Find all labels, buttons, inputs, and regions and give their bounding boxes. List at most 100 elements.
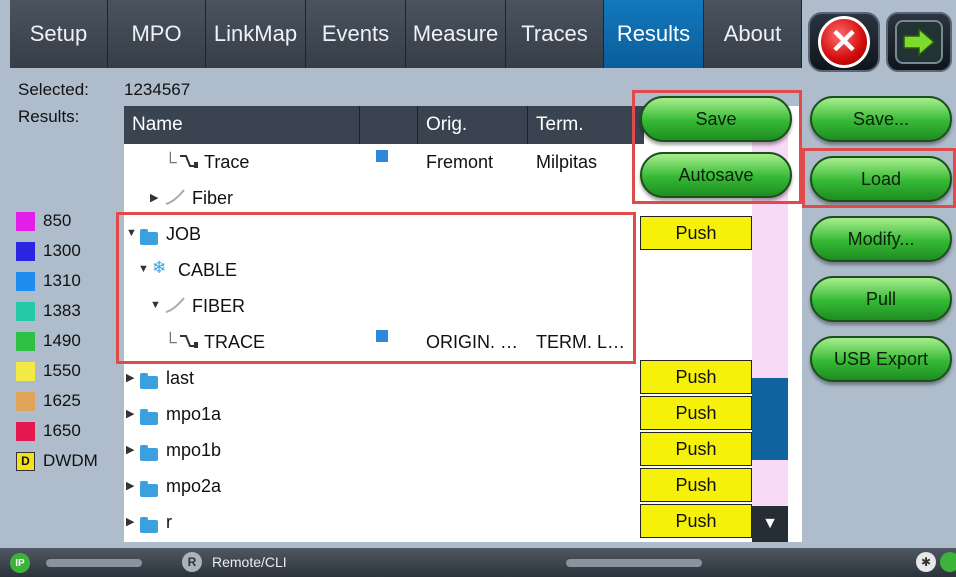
column-header-color[interactable] (360, 106, 418, 144)
table-row[interactable]: ▶ Fiber (124, 180, 644, 216)
legend-item: 1490 (16, 326, 98, 356)
table-row[interactable]: ▶ mpo2a (124, 468, 644, 504)
redacted-address (46, 559, 142, 567)
push-button[interactable]: Push (640, 504, 752, 538)
legend-item: 1310 (16, 266, 98, 296)
modify-button[interactable]: Modify... (810, 216, 952, 262)
legend-item: 1300 (16, 236, 98, 266)
column-header-orig[interactable]: Orig. (418, 106, 528, 144)
expand-icon[interactable]: ▶ (126, 407, 134, 420)
highlight-box (632, 90, 802, 204)
row-name: mpo1a (166, 404, 222, 424)
legend-item: D DWDM (16, 446, 98, 476)
tab-setup[interactable]: Setup (10, 0, 108, 68)
legend-label: 1310 (43, 271, 81, 290)
close-icon: ✕ (818, 16, 870, 68)
folder-icon (140, 371, 158, 392)
legend-item: 850 (16, 206, 98, 236)
tab-mpo[interactable]: MPO (108, 0, 206, 68)
push-button[interactable]: Push (640, 468, 752, 502)
wavelength-legend: 850 1300 1310 1383 1490 1550 1625 1650 D… (16, 206, 98, 476)
row-name: Fiber (192, 188, 234, 208)
status-bar: IP R Remote/CLI ✱ (0, 548, 956, 577)
table-row[interactable]: ▶ mpo1b (124, 432, 644, 468)
dwdm-icon: D (16, 451, 35, 471)
color-swatch (16, 331, 35, 351)
column-header-term[interactable]: Term. (528, 106, 644, 144)
legend-item: 1650 (16, 416, 98, 446)
color-marker (376, 150, 388, 162)
selected-label: Selected: (18, 80, 89, 99)
folder-icon (140, 407, 158, 428)
tab-linkmap[interactable]: LinkMap (206, 0, 306, 68)
legend-label: 1490 (43, 331, 81, 350)
legend-label: DWDM (43, 451, 98, 470)
redacted-datetime (566, 559, 702, 567)
expand-icon[interactable]: ▶ (126, 515, 134, 528)
tab-traces[interactable]: Traces (506, 0, 604, 68)
tab-results[interactable]: Results (604, 0, 704, 68)
color-swatch (16, 271, 35, 291)
row-orig: Fremont (426, 152, 494, 172)
save-as-button[interactable]: Save... (810, 96, 952, 142)
push-button[interactable]: Push (640, 432, 752, 466)
expand-icon[interactable]: ▶ (150, 191, 158, 204)
app-window: Setup MPO LinkMap Events Measure Traces … (0, 0, 956, 577)
row-name: mpo2a (166, 476, 222, 496)
row-term: Milpitas (536, 152, 598, 172)
close-button[interactable]: ✕ (808, 12, 880, 72)
push-button[interactable]: Push (640, 216, 752, 250)
expand-icon[interactable]: ▶ (126, 479, 134, 492)
row-name: last (166, 368, 195, 388)
column-header-name[interactable]: Name (124, 106, 360, 144)
legend-label: 850 (43, 211, 72, 230)
table-row[interactable]: └ Trace Fremont Milpitas (124, 144, 644, 180)
color-swatch (16, 211, 35, 231)
table-row[interactable]: ▶ last (124, 360, 644, 396)
folder-icon (140, 515, 158, 536)
power-icon (940, 552, 956, 572)
color-swatch (16, 391, 35, 411)
table-header: Name Orig. Term. (124, 106, 644, 144)
folder-icon (140, 479, 158, 500)
legend-item: 1550 (16, 356, 98, 386)
legend-label: 1383 (43, 301, 81, 320)
legend-item: 1383 (16, 296, 98, 326)
legend-label: 1650 (43, 421, 81, 440)
tab-about[interactable]: About (704, 0, 802, 68)
color-swatch (16, 301, 35, 321)
highlight-box (116, 212, 636, 364)
legend-label: 1550 (43, 361, 81, 380)
legend-label: 1625 (43, 391, 81, 410)
push-button[interactable]: Push (640, 360, 752, 394)
bluetooth-icon: ✱ (916, 552, 936, 572)
scroll-down-icon[interactable]: ▼ (752, 506, 788, 542)
folder-icon (140, 443, 158, 464)
results-label: Results: (18, 107, 80, 126)
table-row[interactable]: ▶ mpo1a (124, 396, 644, 432)
selected-value: 1234567 (124, 80, 191, 99)
usb-export-button[interactable]: USB Export (810, 336, 952, 382)
row-name: mpo1b (166, 440, 222, 460)
fiber-icon (164, 188, 186, 211)
table-row[interactable]: ▶ r (124, 504, 644, 540)
tab-bar: Setup MPO LinkMap Events Measure Traces … (10, 0, 802, 68)
push-button[interactable]: Push (640, 396, 752, 430)
scrollbar-thumb[interactable] (752, 378, 788, 460)
expand-icon[interactable]: ▶ (126, 371, 134, 384)
row-name: r (166, 512, 172, 532)
pull-button[interactable]: Pull (810, 276, 952, 322)
ip-icon: IP (10, 553, 30, 573)
color-swatch (16, 421, 35, 441)
color-swatch (16, 361, 35, 381)
expand-icon[interactable]: ▶ (126, 443, 134, 456)
legend-label: 1300 (43, 241, 81, 260)
trace-icon (178, 152, 200, 175)
tab-measure[interactable]: Measure (406, 0, 506, 68)
next-button[interactable] (886, 12, 952, 72)
remote-icon: R (182, 552, 202, 572)
color-swatch (16, 241, 35, 261)
remote-cli-label: Remote/CLI (212, 554, 287, 570)
tab-events[interactable]: Events (306, 0, 406, 68)
tree-line: └ (164, 152, 177, 172)
